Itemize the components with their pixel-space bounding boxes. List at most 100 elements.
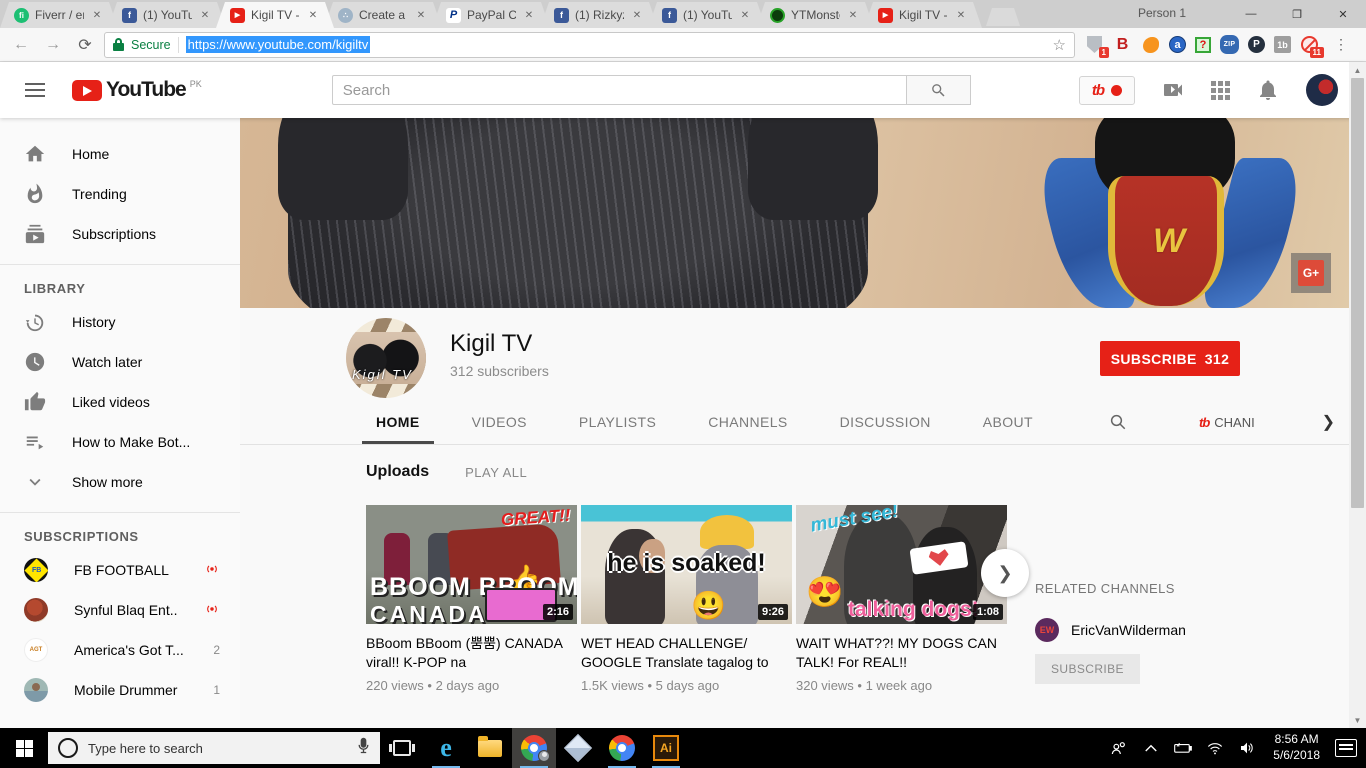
tab-youtube-1[interactable]: f (1) YouTube ✕ xyxy=(108,2,226,28)
taskbar-clock[interactable]: 8:56 AM 5/6/2018 xyxy=(1265,732,1328,763)
channel-search-icon[interactable] xyxy=(1059,400,1163,444)
minimize-button[interactable]: — xyxy=(1228,0,1274,28)
tab-fiverr[interactable]: fi Fiverr / emil ✕ xyxy=(0,2,118,28)
upload-video-icon[interactable] xyxy=(1161,78,1185,102)
tab-rizkyzha[interactable]: f (1) Rizkyzha ✕ xyxy=(540,2,658,28)
tab-channels[interactable]: CHANNELS xyxy=(682,400,813,444)
people-tray-icon[interactable] xyxy=(1105,728,1133,768)
taskbar-search-box[interactable]: Type here to search xyxy=(48,732,380,764)
wifi-icon[interactable] xyxy=(1201,728,1229,768)
help-extension-icon[interactable]: ? xyxy=(1195,37,1211,53)
url-text[interactable]: https://www.youtube.com/kigiltv xyxy=(186,36,371,53)
sidebar-subscription-synful-blaq[interactable]: Synful Blaq Ent... xyxy=(0,590,240,630)
close-tab-icon[interactable]: ✕ xyxy=(738,10,752,21)
close-tab-icon[interactable]: ✕ xyxy=(846,10,860,21)
video-card[interactable]: GREAT!! 👍 BBOOM BBOOM CANADA 2:16 BBoom … xyxy=(366,505,577,693)
tubebuddy-channel-tab[interactable]: tb CHANI xyxy=(1199,400,1255,444)
task-view-button[interactable] xyxy=(380,728,424,768)
scroll-down-arrow[interactable]: ▼ xyxy=(1349,712,1366,728)
tab-paypal[interactable]: P PayPal Chec ✕ xyxy=(432,2,550,28)
close-window-button[interactable]: ✕ xyxy=(1320,0,1366,28)
sidebar-item-home[interactable]: Home xyxy=(0,134,240,174)
battery-icon[interactable] xyxy=(1169,728,1197,768)
search-button[interactable] xyxy=(907,75,971,105)
microphone-icon[interactable] xyxy=(357,737,370,760)
volume-icon[interactable] xyxy=(1233,728,1261,768)
chrome-taskbar-icon-2[interactable] xyxy=(600,728,644,768)
hidden-icons-chevron[interactable] xyxy=(1137,728,1165,768)
close-tab-icon[interactable]: ✕ xyxy=(414,10,428,21)
browser-profile-name[interactable]: Person 1 xyxy=(1138,6,1186,20)
back-button[interactable]: ← xyxy=(8,32,34,58)
tab-videos[interactable]: VIDEOS xyxy=(446,400,553,444)
related-channel-name[interactable]: EricVanWilderman xyxy=(1071,622,1186,638)
page-scrollbar[interactable]: ▲ ▼ xyxy=(1349,62,1366,728)
tubebuddy-button[interactable]: tb xyxy=(1079,76,1135,105)
tab-youtube-2[interactable]: f (1) YouTube ✕ xyxy=(648,2,766,28)
chrome-taskbar-icon-active[interactable] xyxy=(512,728,556,768)
tubebuddy-extension-icon[interactable]: 1b xyxy=(1274,36,1291,53)
close-tab-icon[interactable]: ✕ xyxy=(522,10,536,21)
browser-menu-icon[interactable]: ⋮ xyxy=(1328,36,1354,53)
bookmark-star-icon[interactable]: ☆ xyxy=(1053,36,1066,54)
video-title[interactable]: WET HEAD CHALLENGE/ GOOGLE Translate tag… xyxy=(581,634,792,672)
sidebar-item-show-more[interactable]: Show more xyxy=(0,462,240,502)
action-center-icon[interactable] xyxy=(1332,728,1360,768)
illustrator-taskbar-icon[interactable]: Ai xyxy=(644,728,688,768)
play-all-button[interactable]: PLAY ALL xyxy=(465,465,527,480)
refresh-button[interactable]: ⟳ xyxy=(72,32,98,58)
video-title[interactable]: BBoom BBoom (뿜뿜) CANADA viral!! K-POP na xyxy=(366,634,577,672)
sidebar-subscription-mobile-drummer[interactable]: Mobile Drummer 1 xyxy=(0,670,240,710)
video-thumbnail[interactable]: he is soaked! 😃 9:26 xyxy=(581,505,792,624)
file-explorer-taskbar-icon[interactable] xyxy=(468,728,512,768)
tab-kigil-tv-2[interactable]: ▶ Kigil TV - Yo ✕ xyxy=(864,2,982,28)
sidebar-item-playlist[interactable]: How to Make Bot... xyxy=(0,422,240,462)
sidebar-item-liked-videos[interactable]: Liked videos xyxy=(0,382,240,422)
close-tab-icon[interactable]: ✕ xyxy=(630,10,644,21)
secure-lock-icon[interactable] xyxy=(113,38,124,51)
secure-label[interactable]: Secure xyxy=(131,38,171,52)
account-avatar[interactable] xyxy=(1306,74,1338,106)
crowdfire-extension-icon[interactable] xyxy=(1141,35,1160,54)
video-card[interactable]: must see! 😍 talking dogs! 1:08 WAIT WHAT… xyxy=(796,505,1007,693)
3d-viewer-taskbar-icon[interactable] xyxy=(556,728,600,768)
tab-kigil-tv-active[interactable]: ▶ Kigil TV - Yo ✕ xyxy=(216,2,334,28)
video-thumbnail[interactable]: GREAT!! 👍 BBOOM BBOOM CANADA 2:16 xyxy=(366,505,577,624)
edge-taskbar-icon[interactable]: e xyxy=(424,728,468,768)
sidebar-item-subscriptions[interactable]: Subscriptions xyxy=(0,214,240,254)
address-bar[interactable]: Secure https://www.youtube.com/kigiltv ☆ xyxy=(104,32,1075,58)
adblock-extension-icon[interactable]: 11 xyxy=(1300,35,1319,54)
sidebar-item-trending[interactable]: Trending xyxy=(0,174,240,214)
zip-extension-icon[interactable]: ZIP xyxy=(1220,35,1239,54)
search-input[interactable] xyxy=(332,75,907,105)
subscribe-button[interactable]: SUBSCRIBE 312 xyxy=(1100,341,1240,376)
close-tab-icon[interactable]: ✕ xyxy=(198,10,212,21)
video-thumbnail[interactable]: must see! 😍 talking dogs! 1:08 xyxy=(796,505,1007,624)
forward-button[interactable]: → xyxy=(40,32,66,58)
related-channel-item[interactable]: EW EricVanWilderman xyxy=(1035,618,1325,642)
close-tab-icon[interactable]: ✕ xyxy=(306,10,320,21)
p-extension-icon[interactable]: P xyxy=(1248,36,1265,53)
shield-extension-icon[interactable]: 1 xyxy=(1085,35,1104,54)
sidebar-item-watch-later[interactable]: Watch later xyxy=(0,342,240,382)
video-card[interactable]: he is soaked! 😃 9:26 WET HEAD CHALLENGE/… xyxy=(581,505,792,693)
close-tab-icon[interactable]: ✕ xyxy=(90,10,104,21)
notifications-bell-icon[interactable] xyxy=(1256,78,1280,102)
amazon-assistant-extension-icon[interactable]: a xyxy=(1169,36,1186,53)
maximize-button[interactable]: ❐ xyxy=(1274,0,1320,28)
start-button[interactable] xyxy=(0,728,48,768)
bitly-extension-icon[interactable]: B xyxy=(1113,35,1132,54)
channel-avatar[interactable]: Kigil TV xyxy=(346,318,426,398)
close-tab-icon[interactable]: ✕ xyxy=(954,10,968,21)
hamburger-menu-icon[interactable] xyxy=(25,83,45,97)
tab-ytmonster[interactable]: YTMonster ✕ xyxy=(756,2,874,28)
scrollbar-thumb[interactable] xyxy=(1351,78,1364,508)
google-plus-link[interactable]: G+ xyxy=(1291,253,1331,293)
sidebar-item-history[interactable]: History xyxy=(0,302,240,342)
youtube-logo[interactable]: YouTube PK xyxy=(72,78,202,102)
tab-discussion[interactable]: DISCUSSION xyxy=(814,400,957,444)
tabs-overflow-chevron-icon[interactable]: ❯ xyxy=(1322,400,1349,444)
next-videos-button[interactable]: ❯ xyxy=(981,549,1029,597)
new-tab-button[interactable] xyxy=(986,8,1020,26)
scroll-up-arrow[interactable]: ▲ xyxy=(1349,62,1366,78)
